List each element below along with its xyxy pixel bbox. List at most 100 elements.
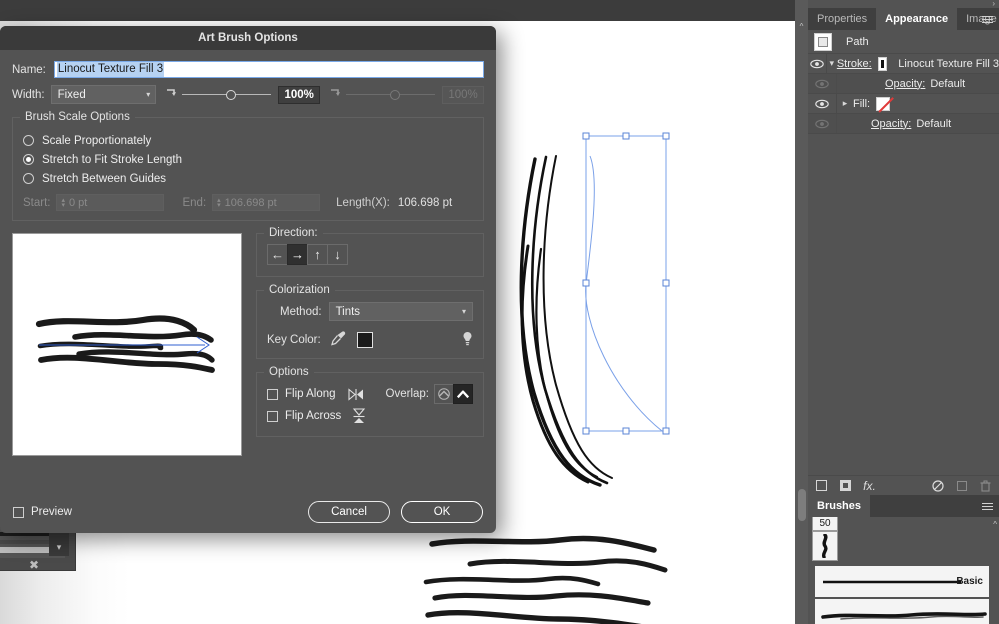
stepper-icon: ▴ ▾ <box>61 196 65 209</box>
lightbulb-icon[interactable] <box>462 331 473 349</box>
brush-item-label: Basic <box>956 576 983 587</box>
radio-indicator <box>23 135 34 146</box>
start-value: 0 pt <box>69 196 88 209</box>
overlap-label: Overlap: <box>385 388 429 400</box>
appearance-row-stroke[interactable]: ▾ Stroke: Linocut Texture Fill 3 <box>808 54 999 74</box>
opacity-label[interactable]: Opacity: <box>885 78 925 90</box>
visibility-eye-icon[interactable] <box>808 54 827 73</box>
disclosure-right-icon[interactable]: ▸ <box>837 98 853 109</box>
tab-brushes[interactable]: Brushes <box>808 495 871 517</box>
radio-label: Stretch Between Guides <box>42 172 167 185</box>
clear-appearance-icon[interactable] <box>931 479 944 492</box>
visibility-eye-icon[interactable] <box>808 74 837 93</box>
add-new-fill-icon[interactable] <box>839 479 852 492</box>
background-panel[interactable]: ▾ ✖ <box>0 527 76 572</box>
brush-swatch-50[interactable]: 50 <box>812 517 838 531</box>
appearance-path-row[interactable]: Path <box>808 30 999 54</box>
flip-along-label: Flip Along <box>285 388 336 400</box>
brush-list-item-basic[interactable]: Basic <box>815 566 989 597</box>
width-value-secondary-text: 100% <box>448 88 478 101</box>
visibility-eye-icon[interactable] <box>808 114 837 133</box>
appearance-row-fill-opacity[interactable]: Opacity: Default <box>808 114 999 134</box>
appearance-row-fill[interactable]: ▸ Fill: <box>808 94 999 114</box>
direction-down-button[interactable]: ↓ <box>327 244 348 265</box>
dialog-body: Name: Linocut Texture Fill 3 Width: Fixe… <box>0 61 496 456</box>
width-pen-icon <box>165 88 179 101</box>
end-field: ▴ ▾ 106.698 pt <box>212 194 321 211</box>
radio-stretch-between-guides[interactable]: Stretch Between Guides <box>23 169 473 188</box>
collapse-panel-icon[interactable]: ^ <box>797 21 806 33</box>
brush-list-item-charcoal[interactable] <box>815 599 989 624</box>
overlap-prevent-button[interactable] <box>453 384 473 404</box>
brush-stroke-preview <box>821 611 987 620</box>
ok-button[interactable]: OK <box>401 501 483 523</box>
stroke-label[interactable]: Stroke: <box>837 58 872 70</box>
cancel-button[interactable]: Cancel <box>308 501 390 523</box>
stroke-color-swatch[interactable] <box>877 56 888 71</box>
brush-glyph-icon <box>821 534 828 558</box>
radio-indicator <box>23 154 34 165</box>
brush-swatch-number: 50 <box>819 517 831 529</box>
ok-button-label: OK <box>433 506 451 518</box>
eyedropper-icon[interactable] <box>330 330 346 349</box>
brush-scale-legend: Brush Scale Options <box>20 111 135 123</box>
tab-appearance[interactable]: Appearance <box>876 8 958 30</box>
overlap-allow-button[interactable] <box>434 384 454 404</box>
panel-scrollbar-thumb[interactable] <box>798 489 806 521</box>
colorization-method-select[interactable]: Tints ▾ <box>328 302 473 321</box>
add-new-stroke-icon[interactable] <box>815 479 828 492</box>
preview-checkbox-row[interactable]: Preview <box>13 506 72 518</box>
arrow-down-icon: ↓ <box>334 247 341 262</box>
cancel-button-label: Cancel <box>331 506 367 518</box>
direction-right-button[interactable]: → <box>287 244 308 265</box>
radio-scale-proportionately[interactable]: Scale Proportionately <box>23 131 473 150</box>
width-slider-primary[interactable] <box>182 88 272 102</box>
art-brush-options-dialog: Art Brush Options Name: Linocut Texture … <box>0 26 496 533</box>
arrow-right-icon: → <box>291 247 304 262</box>
brush-swatch-calligraphic[interactable] <box>812 531 838 561</box>
length-value: 106.698 pt <box>397 196 453 209</box>
duplicate-item-icon[interactable] <box>955 479 968 492</box>
scissors-tool-icon[interactable]: ✖ <box>23 558 45 572</box>
tab-properties[interactable]: Properties <box>808 8 877 30</box>
radio-stretch-to-fit-stroke-length[interactable]: Stretch to Fit Stroke Length <box>23 150 473 169</box>
width-label: Width: <box>12 88 45 101</box>
fill-label[interactable]: Fill: <box>853 98 870 110</box>
key-color-swatch[interactable] <box>356 331 373 348</box>
dialog-footer: Preview Cancel OK <box>0 491 496 533</box>
width-row: Width: Fixed ▾ 100% 100% <box>12 85 484 104</box>
fill-none-swatch[interactable] <box>876 96 891 111</box>
panel-menu-icon[interactable] <box>979 8 996 30</box>
name-label: Name: <box>12 63 46 76</box>
width-type-select[interactable]: Fixed ▾ <box>50 85 157 104</box>
direction-up-button[interactable]: ↑ <box>307 244 328 265</box>
dialog-title: Art Brush Options <box>198 32 298 44</box>
flip-along-checkbox[interactable] <box>267 388 278 400</box>
direction-left-button[interactable]: ← <box>267 244 288 265</box>
width-slider-secondary <box>346 88 436 102</box>
preview-checkbox[interactable] <box>13 506 24 518</box>
start-label: Start: <box>23 196 51 209</box>
width-value-primary[interactable]: 100% <box>278 85 321 104</box>
guides-row: Start: ▴ ▾ 0 pt End: ▴ ▾ 106.698 pt Length… <box>23 194 473 211</box>
middle-section: Direction: ← → ↑ ↓ Colorization Method: … <box>12 227 484 456</box>
appearance-footer-toolbar: fx. <box>808 475 999 495</box>
chevron-down-icon: ▾ <box>461 307 466 316</box>
flip-across-icon <box>352 407 366 425</box>
dialog-right-column: Direction: ← → ↑ ↓ Colorization Method: … <box>256 227 484 456</box>
flip-across-row: Flip Across <box>267 405 473 427</box>
brush-name-input[interactable]: Linocut Texture Fill 3 <box>53 61 484 78</box>
overlap-group: Overlap: <box>386 384 473 404</box>
brushes-menu-icon[interactable] <box>979 495 996 517</box>
flip-across-checkbox[interactable] <box>267 410 278 422</box>
brushes-scroll-up-icon[interactable]: ^ <box>993 520 997 529</box>
key-color-row: Key Color: <box>267 330 473 349</box>
disclosure-down-icon[interactable]: ▾ <box>827 58 837 69</box>
visibility-eye-icon[interactable] <box>808 94 837 113</box>
delete-item-icon[interactable] <box>979 479 992 492</box>
length-label: Length(X): <box>336 196 390 209</box>
appearance-row-stroke-opacity[interactable]: Opacity: Default <box>808 74 999 94</box>
direction-button-group: ← → ↑ ↓ <box>267 244 473 265</box>
add-effect-icon[interactable]: fx. <box>863 479 876 493</box>
opacity-label[interactable]: Opacity: <box>871 118 911 130</box>
